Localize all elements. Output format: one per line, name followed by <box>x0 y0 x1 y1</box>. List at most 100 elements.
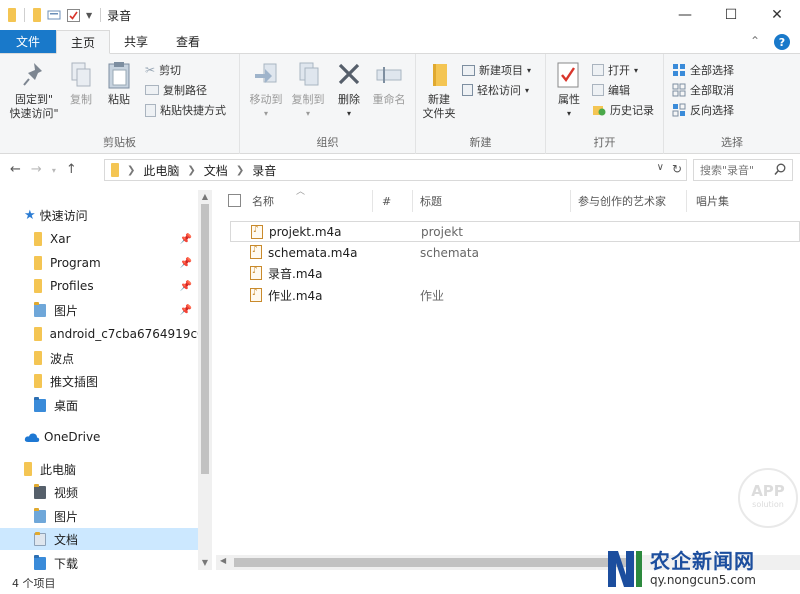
tab-file[interactable]: 文件 <box>0 30 57 53</box>
help-icon[interactable]: ? <box>774 34 790 50</box>
nav-item-label: 图片 <box>54 509 79 524</box>
nav-item-android[interactable]: android_c7cba6764919c0 <box>0 323 198 345</box>
file-row-schemata[interactable]: schemata.m4a schemata <box>230 242 800 263</box>
easy-access-dropdown-icon: ▾ <box>525 85 530 95</box>
file-title: projekt <box>421 224 463 239</box>
breadcrumb-recordings[interactable]: 录音 <box>252 162 276 179</box>
nav-item-illustrations[interactable]: 推文插图 <box>0 370 198 392</box>
nav-onedrive[interactable]: OneDrive <box>24 426 198 448</box>
file-row-projekt[interactable]: projekt.m4a projekt <box>230 221 800 242</box>
column-header-artists[interactable]: 参与创作的艺术家 <box>578 186 666 216</box>
breadcrumb-documents[interactable]: 文档 <box>204 162 228 179</box>
computer-icon <box>24 462 32 476</box>
nav-item-downloads[interactable]: 下载 <box>0 552 198 570</box>
column-divider[interactable] <box>686 190 687 212</box>
delete-button[interactable]: 删除 ▾ <box>334 60 364 121</box>
scissors-icon: ✂ <box>145 63 156 77</box>
up-arrow-icon[interactable]: ↑ <box>66 162 77 180</box>
nav-item-label: 桌面 <box>54 398 79 413</box>
recent-dropdown-icon[interactable]: ▾ <box>52 162 56 180</box>
copy-path-button[interactable]: 复制路径 <box>145 81 207 99</box>
nav-this-pc[interactable]: 此电脑 <box>24 458 198 480</box>
column-divider[interactable] <box>412 190 413 212</box>
easy-access-button[interactable]: 轻松访问 ▾ <box>462 81 529 99</box>
paste-button[interactable]: 粘贴 <box>102 60 136 107</box>
nav-item-label: Xar <box>50 232 71 246</box>
back-arrow-icon[interactable]: ← <box>10 162 21 180</box>
customize-dropdown-icon[interactable]: ▼ <box>86 11 92 20</box>
forward-arrow-icon[interactable]: → <box>31 162 42 180</box>
nav-item-program[interactable]: Program 📌 <box>0 252 198 274</box>
folder-icon <box>34 374 42 388</box>
window-title: 录音 <box>107 8 132 23</box>
tab-share[interactable]: 共享 <box>110 30 162 53</box>
file-row-homework[interactable]: 作业.m4a 作业 <box>230 285 800 306</box>
new-folder-icon[interactable] <box>33 8 41 22</box>
column-divider[interactable] <box>372 190 373 212</box>
nav-item-label: 图片 <box>54 303 79 318</box>
file-row-recording[interactable]: 录音.m4a <box>230 263 800 284</box>
refresh-icon[interactable]: ↻ <box>672 162 682 176</box>
address-bar[interactable]: ❯ 此电脑 ❯ 文档 ❯ 录音 ∨ ↻ <box>104 159 687 181</box>
nav-item-label: 文档 <box>54 532 79 547</box>
copy-to-button[interactable]: 复制到 ▾ <box>288 60 328 121</box>
scroll-up-icon[interactable]: ▲ <box>198 190 212 204</box>
invert-selection-label: 反向选择 <box>690 104 734 117</box>
column-header-title[interactable]: 标题 <box>420 186 442 216</box>
select-all-checkbox[interactable] <box>228 194 241 207</box>
history-button[interactable]: 历史记录 <box>592 101 654 119</box>
address-dropdown-icon[interactable]: ∨ <box>657 162 664 176</box>
pin-quick-access-button[interactable]: 固定到" 快速访问" <box>6 60 62 121</box>
scroll-thumb[interactable] <box>201 204 209 474</box>
open-button[interactable]: 打开 ▾ <box>592 61 638 79</box>
nav-item-pictures[interactable]: 图片 <box>0 505 198 527</box>
nav-quick-access-label: 快速访问 <box>39 208 88 223</box>
new-folder-button[interactable]: 新建 文件夹 <box>420 60 458 121</box>
desktop-icon <box>34 396 46 412</box>
cut-button[interactable]: ✂ 剪切 <box>145 61 181 79</box>
nav-quick-access[interactable]: ★ 快速访问 <box>24 204 198 226</box>
paste-shortcut-button[interactable]: 粘贴快捷方式 <box>145 101 226 119</box>
invert-selection-button[interactable]: 反向选择 <box>672 101 734 119</box>
collapse-ribbon-icon[interactable]: ⌃ <box>750 34 760 50</box>
scroll-down-icon[interactable]: ▼ <box>198 556 212 570</box>
select-none-label: 全部取消 <box>690 84 734 97</box>
tab-home[interactable]: 主页 <box>56 30 111 54</box>
scroll-left-icon[interactable]: ◀ <box>220 556 226 565</box>
nav-item-label: 波点 <box>50 351 75 366</box>
properties-icon[interactable] <box>47 9 61 21</box>
nav-item-dots[interactable]: 波点 <box>0 347 198 369</box>
nav-item-documents[interactable]: 文档 <box>0 528 198 550</box>
close-button[interactable]: ✕ <box>754 0 800 30</box>
nav-pane-scrollbar[interactable]: ▲ ▼ <box>198 190 212 570</box>
move-to-button[interactable]: 移动到 ▾ <box>246 60 286 121</box>
watermark-site-name: 农企新闻网 <box>650 549 755 573</box>
group-clipboard: 固定到" 快速访问" 复制 粘贴 ✂ 剪切 复制路径 粘贴快捷方式 剪贴板 <box>0 54 240 154</box>
nav-item-pictures-pinned[interactable]: 图片 📌 <box>0 299 198 321</box>
breadcrumb-this-pc[interactable]: 此电脑 <box>143 162 179 179</box>
nav-item-desktop[interactable]: 桌面 <box>0 394 198 416</box>
column-header-number[interactable]: # <box>382 186 391 216</box>
checkmark-icon[interactable] <box>67 8 80 22</box>
new-item-button[interactable]: 新建项目 ▾ <box>462 61 531 79</box>
nav-item-videos[interactable]: 视频 <box>0 481 198 503</box>
select-all-label: 全部选择 <box>690 64 734 77</box>
maximize-button[interactable]: ☐ <box>708 0 754 30</box>
tab-view[interactable]: 查看 <box>162 30 214 53</box>
edit-button[interactable]: 编辑 <box>592 81 630 99</box>
column-divider[interactable] <box>570 190 571 212</box>
address-bar-row: ← → ▾ ↑ ❯ 此电脑 ❯ 文档 ❯ 录音 ∨ ↻ 搜索"录音" <box>0 158 800 184</box>
select-none-button[interactable]: 全部取消 <box>672 81 734 99</box>
select-all-button[interactable]: 全部选择 <box>672 61 734 79</box>
horizontal-scroll-thumb[interactable] <box>234 558 634 567</box>
minimize-button[interactable]: — <box>662 0 708 30</box>
column-header-name[interactable]: 名称 <box>252 186 274 216</box>
properties-button[interactable]: 属性 ▾ <box>552 60 586 121</box>
copy-button[interactable]: 复制 <box>64 60 98 107</box>
nav-item-profiles[interactable]: Profiles 📌 <box>0 275 198 297</box>
clipboard-icon <box>108 62 130 89</box>
rename-button[interactable]: 重命名 <box>368 60 410 107</box>
column-header-album[interactable]: 唱片集 <box>696 186 729 216</box>
search-box[interactable]: 搜索"录音" <box>693 159 793 181</box>
nav-item-xar[interactable]: Xar 📌 <box>0 228 198 250</box>
